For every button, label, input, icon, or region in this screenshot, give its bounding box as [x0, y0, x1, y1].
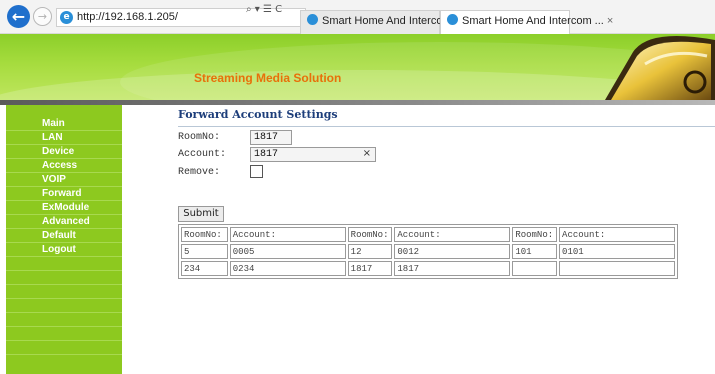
table-header-cell: Account: — [229, 227, 346, 242]
table-cell — [559, 261, 675, 276]
table-header-row: RoomNo: Account: RoomNo: Account: RoomNo: Acc… — [181, 227, 675, 242]
browser-tab-2[interactable]: Smart Home And Intercom ... × — [440, 10, 613, 34]
browser-toolbar: ← → e http://192.168.1.205/ ⌕ ▾ ☰ C Smar… — [0, 0, 715, 34]
sidebar-divider — [6, 327, 122, 341]
sidebar-item-main[interactable]: Main — [6, 117, 122, 131]
address-tools[interactable]: ⌕ ▾ ☰ C — [246, 4, 282, 15]
table-row: 5 0005 12 0012 101 0101 — [181, 244, 675, 259]
sidebar-item-voip[interactable]: VOIP — [6, 173, 122, 187]
ie-tab-icon — [447, 14, 458, 25]
title-divider — [178, 126, 715, 127]
forward-arrow-icon[interactable]: → — [33, 7, 52, 26]
table-header-cell: Account: — [559, 227, 675, 242]
sidebar-item-lan[interactable]: LAN — [6, 131, 122, 145]
remove-label: Remove: — [178, 167, 221, 178]
account-label: Account: — [178, 149, 227, 160]
tab-label: Smart Home And Intercom ... — [462, 15, 604, 27]
room-input[interactable]: 1817 — [250, 130, 292, 145]
browser-tab-1[interactable]: Smart Home And Intercom Sys... — [300, 10, 482, 34]
sidebar-item-forward[interactable]: Forward — [6, 187, 122, 201]
header-banner: Streaming Media Solution — [0, 34, 715, 100]
table-header-cell: RoomNo: — [512, 227, 558, 242]
remove-checkbox[interactable] — [250, 165, 263, 178]
sidebar-item-exmodule[interactable]: ExModule — [6, 201, 122, 215]
table-header-cell: Account: — [394, 227, 511, 242]
account-input[interactable]: 1817 × — [250, 147, 376, 162]
sidebar-item-device[interactable]: Device — [6, 145, 122, 159]
page-title: Forward Account Settings — [178, 108, 338, 121]
sidebar-item-default[interactable]: Default — [6, 229, 122, 243]
banner-title: Streaming Media Solution — [194, 71, 342, 85]
account-value: 1817 — [254, 149, 279, 160]
table-cell — [512, 261, 558, 276]
sidebar-item-access[interactable]: Access — [6, 159, 122, 173]
table-cell: 12 — [347, 244, 393, 259]
address-url: http://192.168.1.205/ — [77, 11, 178, 23]
ie-logo-icon: e — [60, 11, 73, 24]
ie-tab-icon — [307, 14, 318, 25]
main-content: Forward Account Settings RoomNo: 1817 Ac… — [178, 108, 715, 279]
table-cell: 5 — [181, 244, 228, 259]
table-cell: 1817 — [394, 261, 511, 276]
back-arrow-icon[interactable]: ← — [7, 5, 30, 28]
sidebar-divider — [6, 285, 122, 299]
table-cell: 0005 — [229, 244, 346, 259]
room-label: RoomNo: — [178, 132, 221, 143]
table-row: 234 0234 1817 1817 — [181, 261, 675, 276]
sidebar-divider — [6, 271, 122, 285]
close-icon[interactable]: × — [607, 15, 613, 27]
forward-accounts-table: RoomNo: Account: RoomNo: Account: RoomNo: Acc… — [178, 224, 678, 279]
sidebar-item-advanced[interactable]: Advanced — [6, 215, 122, 229]
table-header-cell: RoomNo: — [347, 227, 393, 242]
room-row: RoomNo: 1817 — [178, 130, 478, 146]
table-cell: 101 — [512, 244, 558, 259]
account-row: Account: 1817 × — [178, 147, 478, 163]
sidebar-item-logout[interactable]: Logout — [6, 243, 122, 257]
table-cell: 0012 — [394, 244, 511, 259]
table-cell: 234 — [181, 261, 228, 276]
table-cell: 0234 — [229, 261, 346, 276]
sidebar-divider — [6, 313, 122, 327]
table-header-cell: RoomNo: — [181, 227, 228, 242]
table-cell: 1817 — [347, 261, 393, 276]
sidebar: Main LAN Device Access VOIP Forward ExMo… — [6, 105, 122, 374]
sidebar-divider — [6, 257, 122, 271]
sidebar-divider — [6, 341, 122, 355]
sidebar-nav: Main LAN Device Access VOIP Forward ExMo… — [6, 117, 122, 355]
clear-input-icon[interactable]: × — [363, 148, 371, 159]
submit-button[interactable]: Submit — [178, 206, 224, 222]
table-cell: 0101 — [559, 244, 675, 259]
sidebar-divider — [6, 299, 122, 313]
glasses-graphic — [605, 36, 715, 100]
remove-row: Remove: — [178, 165, 478, 181]
